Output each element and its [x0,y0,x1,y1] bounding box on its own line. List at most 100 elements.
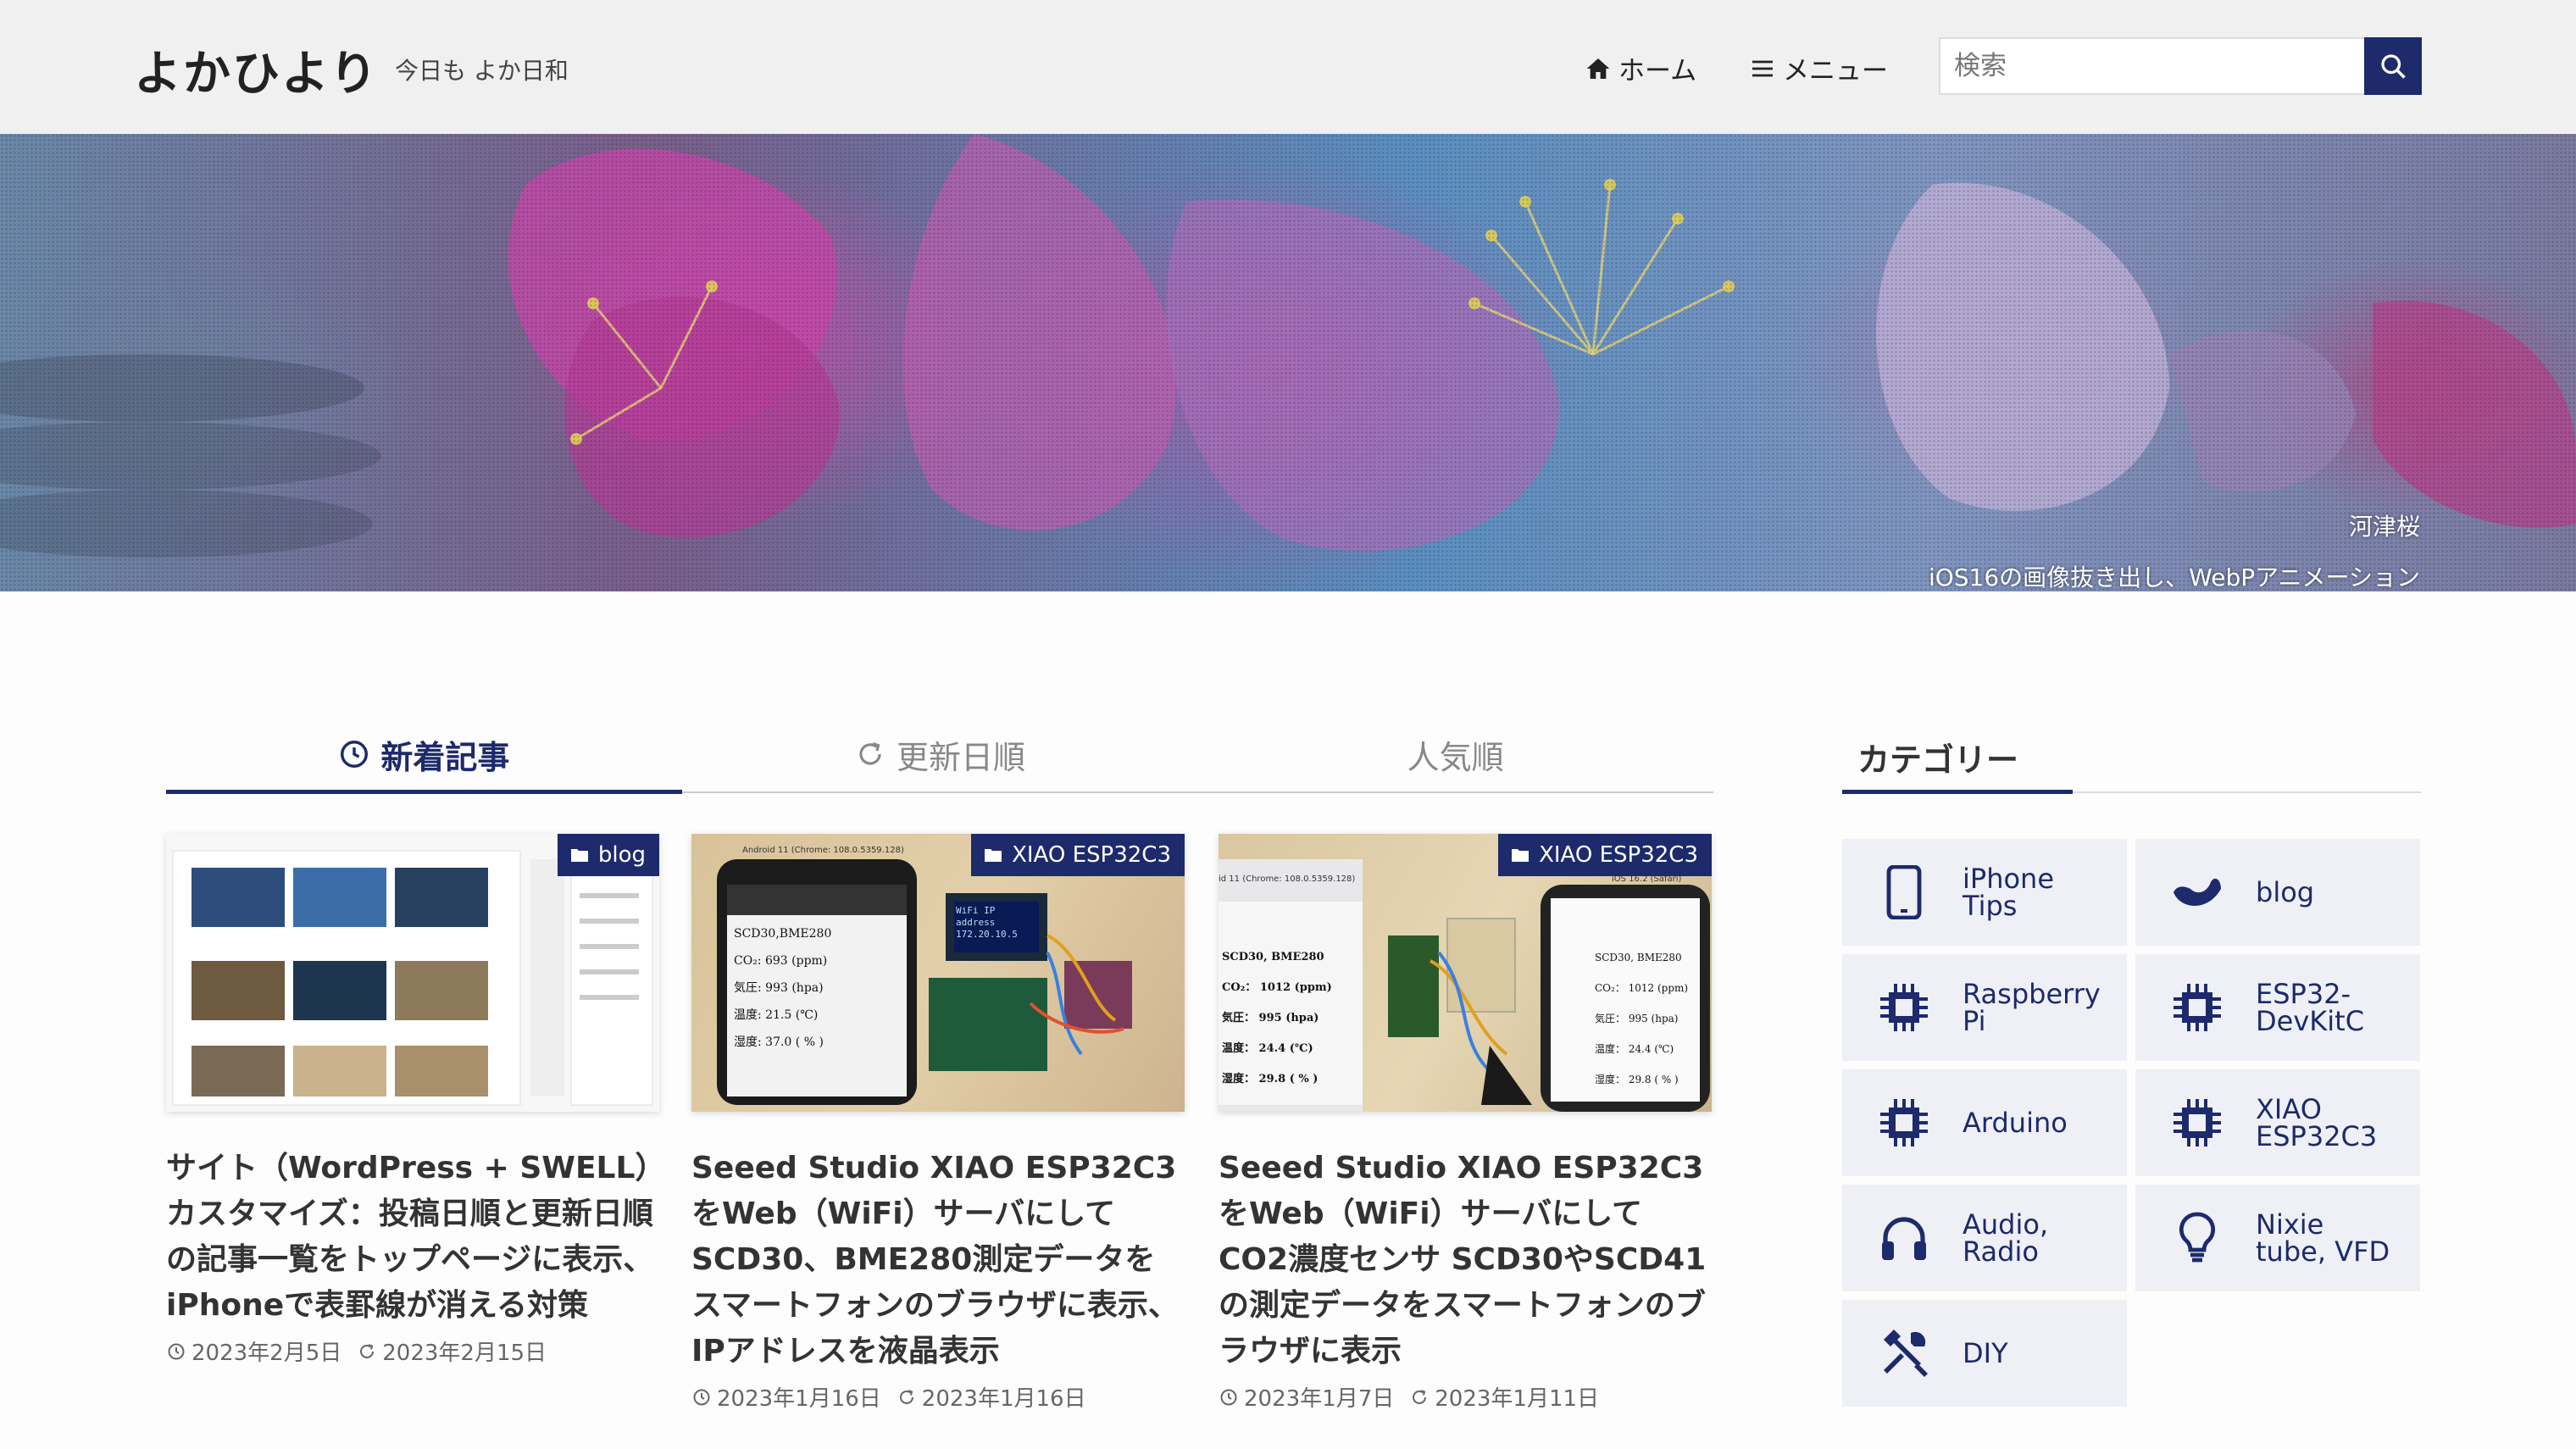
sidebar-item-label: Nixie tube, VFD [2256,1208,2390,1268]
tab-updated-order[interactable]: 更新日順 [682,717,1198,791]
post-title[interactable]: サイト（WordPress + SWELL）カスタマイズ：投稿日順と更新日順の記… [166,1146,659,1329]
post-list-tabs: 新着記事 更新日順 人気順 [166,717,1713,794]
post-published-date: 2023年2月5日 [192,1341,342,1366]
folder-icon [1512,849,1530,862]
thumb-lcd-text: WiFi IP address 172.20.10.5 [956,905,1018,940]
post-updated-date: 2023年2月15日 [382,1341,547,1366]
category-badge[interactable]: blog [557,834,659,876]
category-badge[interactable]: XIAO ESP32C3 [1498,834,1712,876]
sidebar-item-label: iPhone Tips [1963,863,2055,922]
sidebar-item-esp32-devkitc[interactable]: ESP32- DevKitC [2135,954,2420,1061]
sidebar-item-label: Raspberry Pi [1963,978,2101,1037]
search-box [1939,37,2369,95]
category-badge[interactable]: XIAO ESP32C3 [971,834,1185,876]
site-header: よかひより 今日も よか日和 ホーム メニュー [0,0,2576,134]
hero-caption-subtitle: iOS16の画像抜き出し、WebPアニメーション [1928,564,2420,591]
sidebar-item-diy[interactable]: DIY [1842,1300,2127,1407]
post-card[interactable]: id 11 (Chrome: 108.0.5359.128) iOS 16.2 … [1219,834,1712,1413]
category-badge-label: XIAO ESP32C3 [1539,842,1698,868]
thumb-reading: 湿度： 29.8 ( % ) [1222,1073,1319,1085]
site-title[interactable]: よかひより [134,36,379,104]
nav-menu-label: メニュー [1783,56,1888,86]
refresh-icon [899,1389,913,1404]
thumb-reading: CO₂: 693 (ppm) [734,954,828,968]
sidebar-item-label: blog [2256,876,2315,908]
tab-popular-label: 人気順 [1407,738,1504,776]
tools-icon [1884,1330,1928,1377]
thumb-reading: 温度: 21.5 (℃) [734,1008,819,1022]
thumb-reading: SCD30, BME280 [1595,952,1682,963]
search-icon [2381,54,2406,79]
post-thumbnail[interactable]: Android 11 (Chrome: 108.0.5359.128) WiFi… [691,834,1185,1112]
post-title[interactable]: Seeed Studio XIAO ESP32C3をWeb（WiFi）サーバにし… [1219,1146,1712,1374]
chip-icon [2174,984,2221,1031]
post-meta: 2023年1月16日 2023年1月16日 [691,1381,1185,1413]
chip-icon [2174,1099,2221,1146]
site-tagline: 今日も よか日和 [395,57,569,85]
post-card[interactable]: Android 11 (Chrome: 108.0.5359.128) WiFi… [691,834,1185,1413]
category-badge-label: blog [597,842,646,868]
hero-banner[interactable]: 河津桜 iOS16の画像抜き出し、WebPアニメーション [0,134,2576,591]
sidebar-item-raspberry-pi[interactable]: Raspberry Pi [1842,954,2127,1061]
sidebar-item-label: Audio, Radio [1963,1208,2049,1268]
search-input[interactable] [1940,39,2369,93]
thumb-reading: 湿度： 29.8 ( % ) [1595,1074,1679,1085]
home-icon [1586,58,1610,79]
clock-icon [693,1389,710,1405]
thumb-left-phone-readings: SCD30, BME280 CO₂： 1012 (ppm) 気圧： 995 (h… [1222,942,1357,1095]
post-title[interactable]: Seeed Studio XIAO ESP32C3をWeb（WiFi）サーバにし… [691,1146,1185,1374]
smartphone-icon [1886,865,1922,919]
thumb-header-left: id 11 (Chrome: 108.0.5359.128) [1219,874,1356,884]
thumb-reading: 気圧： 995 (hpa) [1595,1013,1679,1024]
post-updated-date: 2023年1月16日 [921,1386,1086,1412]
post-published-date: 2023年1月16日 [717,1386,881,1412]
thumb-header-text: Android 11 (Chrome: 108.0.5359.128) [742,846,904,855]
clock-icon [1220,1389,1237,1405]
lightbulb-icon [2179,1212,2216,1263]
post-meta: 2023年1月7日 2023年1月11日 [1219,1381,1712,1413]
sidebar-item-audio-radio[interactable]: Audio, Radio [1842,1185,2127,1291]
folder-icon [985,849,1002,862]
clock-icon [168,1343,185,1359]
refresh-icon [360,1343,375,1358]
post-meta: 2023年2月5日 2023年2月15日 [166,1335,659,1367]
folder-icon [570,849,588,862]
thumb-reading: CO₂： 1012 (ppm) [1222,981,1332,994]
thumb-reading: 湿度: 37.0 ( % ) [734,1035,824,1049]
thumb-reading: 気圧: 993 (hpa) [734,981,824,995]
thumb-reading: 温度： 24.4 (℃) [1595,1043,1674,1055]
thumb-reading: SCD30, BME280 [1222,951,1324,963]
tab-popular[interactable]: 人気順 [1197,717,1713,791]
category-badge-label: XIAO ESP32C3 [1012,842,1171,868]
sidebar-item-nixie-vfd[interactable]: Nixie tube, VFD [2135,1185,2420,1291]
thumb-right-phone-readings: SCD30, BME280 CO₂： 1012 (ppm) 気圧： 995 (h… [1595,942,1705,1095]
sidebar-item-iphone-tips[interactable]: iPhone Tips [1842,839,2127,946]
thumb-reading: CO₂： 1012 (ppm) [1595,982,1689,994]
sidebar-item-label: Arduino [1963,1107,2068,1139]
swell-logo-icon [2174,878,2221,906]
chip-icon [1880,1099,1928,1146]
nav-home-link[interactable]: ホーム [1585,49,1696,87]
tab-updated-order-label: 更新日順 [897,738,1026,776]
post-thumbnail[interactable]: id 11 (Chrome: 108.0.5359.128) iOS 16.2 … [1219,834,1712,1112]
hamburger-icon [1752,60,1773,76]
sidebar-item-xiao-esp32c3[interactable]: XIAO ESP32C3 [2135,1069,2420,1176]
post-card[interactable]: blog サイト（WordPress + SWELL）カスタマイズ：投稿日順と更… [166,834,659,1367]
clock-icon [341,741,369,768]
nav-home-label: ホーム [1618,56,1697,86]
sidebar-item-blog[interactable]: blog [2135,839,2420,946]
sidebar-item-label: XIAO ESP32C3 [2256,1093,2378,1152]
sidebar-category-title: カテゴリー [1857,741,2019,779]
sidebar-title-underline [1842,790,2073,794]
nav-menu-link[interactable]: メニュー [1749,49,1888,87]
refresh-icon [1413,1389,1427,1404]
sidebar-item-arduino[interactable]: Arduino [1842,1069,2127,1176]
thumb-reading: 気圧： 995 (hpa) [1222,1012,1319,1024]
thumb-reading: SCD30,BME280 [734,927,832,941]
hero-flower-image [0,134,2576,558]
tab-new-posts[interactable]: 新着記事 [166,717,682,794]
search-button[interactable] [2364,37,2422,95]
thumb-phone-readings: SCD30,BME280 CO₂: 693 (ppm) 気圧: 993 (hpa… [734,920,903,1056]
post-thumbnail[interactable]: blog [166,834,659,1112]
chip-icon [1880,984,1928,1031]
